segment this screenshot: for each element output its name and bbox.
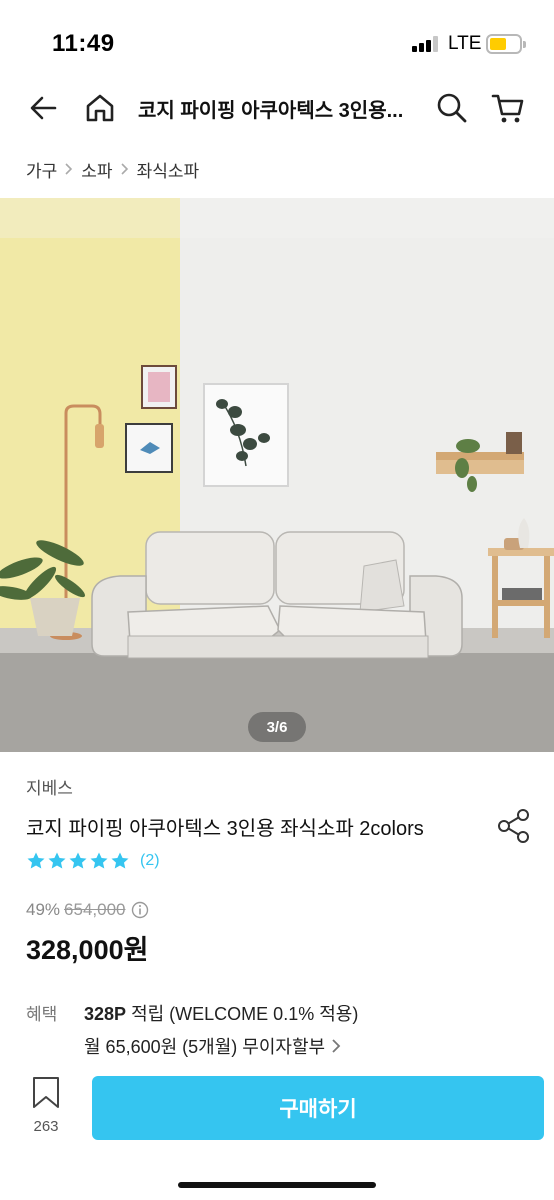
bottom-action-bar: 263 구매하기	[0, 1062, 554, 1200]
buy-button[interactable]: 구매하기	[92, 1076, 544, 1140]
breadcrumb-item-sofa[interactable]: 소파	[81, 157, 112, 182]
benefit-label: 혜택	[26, 1005, 58, 1024]
home-indicator	[178, 1182, 376, 1188]
star-icon	[27, 852, 45, 869]
review-count[interactable]: (2)	[140, 852, 160, 870]
discount-rate: 49%	[26, 900, 61, 919]
star-icon	[48, 852, 66, 869]
status-time: 11:49	[52, 30, 115, 57]
star-icon	[69, 852, 87, 869]
brand-name[interactable]: 지베스	[26, 774, 73, 799]
star-rating	[26, 851, 130, 871]
back-arrow-icon[interactable]	[22, 86, 66, 130]
search-icon[interactable]	[430, 86, 474, 130]
installment-text: 월 65,600원 (5개월) 무이자할부	[84, 1037, 326, 1057]
point-amount: 328P	[84, 1004, 127, 1024]
breadcrumb: 가구 소파 좌식소파	[26, 156, 199, 182]
star-icon	[90, 852, 108, 869]
scrap-button[interactable]: 263	[22, 1076, 70, 1142]
original-price: 654,000	[64, 900, 126, 919]
gallery-page-indicator: 3/6	[248, 712, 306, 742]
share-icon[interactable]	[494, 806, 534, 846]
product-title: 코지 파이핑 아쿠아텍스 3인용 좌식소파 2colors	[26, 818, 424, 840]
status-bar: 11:49 LTE	[0, 0, 554, 80]
chevron-right-icon	[65, 163, 73, 175]
cart-icon[interactable]	[486, 86, 530, 130]
breadcrumb-item-floor-sofa[interactable]: 좌식소파	[137, 157, 200, 182]
price-discount-row: 49% 654,000	[26, 898, 149, 922]
sale-price: 328,000원	[26, 935, 149, 965]
breadcrumb-item-furniture[interactable]: 가구	[26, 157, 57, 182]
star-icon	[111, 852, 129, 869]
product-image-gallery[interactable]: 3/6	[0, 198, 554, 752]
product-photo	[0, 198, 554, 752]
signal-strength-icon	[412, 36, 442, 52]
network-label: LTE	[448, 33, 482, 54]
home-icon[interactable]	[78, 86, 122, 130]
scrap-count: 263	[33, 1118, 59, 1135]
top-nav: 코지 파이핑 아쿠아텍스 3인용...	[0, 80, 554, 136]
point-text: 적립 (WELCOME 0.1% 적용)	[131, 1004, 359, 1024]
point-benefit: 328P 적립 (WELCOME 0.1% 적용)	[84, 1000, 358, 1026]
battery-icon	[486, 34, 526, 54]
bookmark-icon	[33, 1077, 59, 1108]
chevron-right-icon	[120, 163, 129, 175]
info-icon[interactable]	[131, 901, 149, 919]
nav-title: 코지 파이핑 아쿠아텍스 3인용...	[138, 100, 404, 122]
installment-info[interactable]: 월 65,600원 (5개월) 무이자할부	[84, 1033, 341, 1059]
product-rating[interactable]: (2)	[26, 850, 160, 872]
chevron-right-icon	[331, 1038, 341, 1054]
